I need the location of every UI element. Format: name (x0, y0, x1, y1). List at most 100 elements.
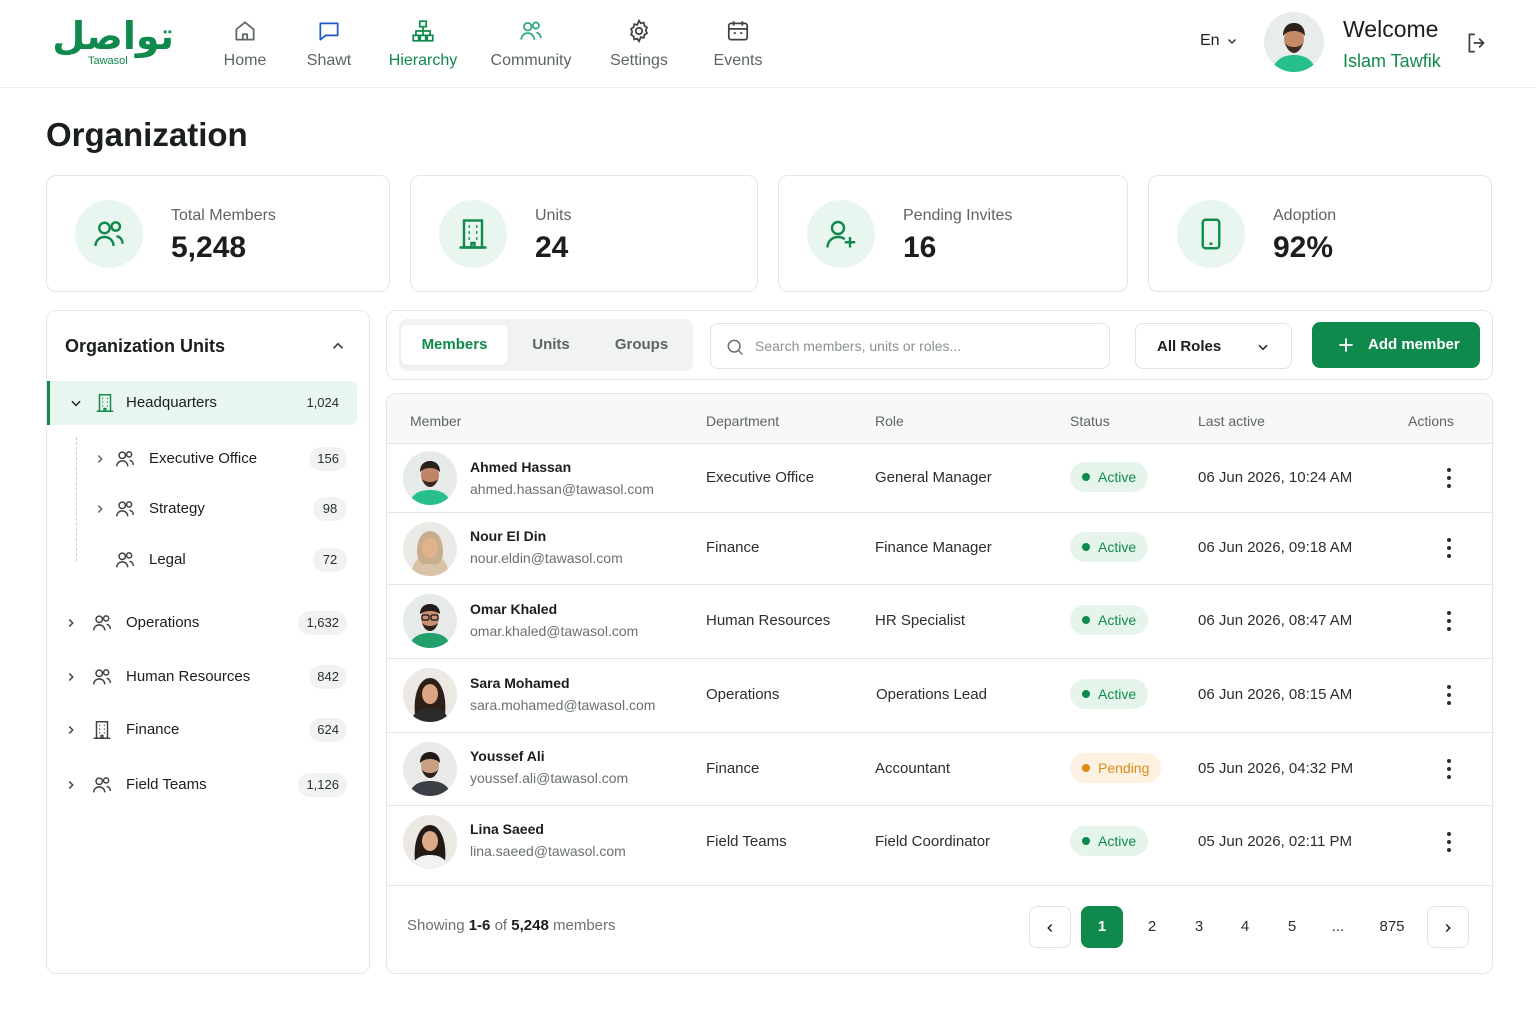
gear-icon (629, 18, 649, 44)
page-button-4[interactable]: 4 (1224, 906, 1266, 948)
tab-groups[interactable]: Groups (594, 325, 689, 365)
member-department: Field Teams (706, 833, 787, 850)
stat-label: Adoption (1273, 207, 1337, 224)
more-actions-icon[interactable] (1439, 683, 1459, 707)
chevron-right-icon[interactable] (93, 452, 107, 466)
chevron-down-icon[interactable] (69, 396, 83, 410)
tab-units[interactable]: Units (508, 325, 594, 365)
nav-hierarchy-label: Hierarchy (388, 52, 458, 69)
add-member-button[interactable]: Add member (1312, 322, 1480, 368)
unit-name: Operations (126, 614, 200, 631)
unit-count-badge: 98 (313, 497, 347, 521)
building-icon (93, 721, 111, 739)
unit-human-resources[interactable]: Human Resources 842 (47, 655, 369, 699)
table-row[interactable]: Sara Mohamed sara.mohamed@tawasol.com Op… (387, 659, 1492, 733)
status-badge: Active (1070, 532, 1149, 562)
member-email: youssef.ali@tawasol.com (470, 770, 629, 786)
users-icon (116, 552, 134, 568)
users-icon (93, 777, 111, 793)
page-button-last[interactable]: 875 (1367, 906, 1417, 948)
unit-legal[interactable]: Legal 72 (47, 538, 369, 582)
member-name[interactable]: Lina Saeed (470, 821, 544, 837)
more-actions-icon[interactable] (1439, 609, 1459, 633)
page-button-3[interactable]: 3 (1178, 906, 1220, 948)
nav-hierarchy[interactable]: Hierarchy (375, 18, 471, 74)
showing-prefix: Showing (407, 917, 465, 934)
user-avatar[interactable] (1264, 12, 1324, 72)
plus-icon (1339, 338, 1353, 352)
unit-count-badge: 1,024 (306, 395, 339, 410)
member-avatar (403, 742, 457, 796)
unit-strategy[interactable]: Strategy 98 (47, 487, 369, 531)
chevron-right-icon (1445, 923, 1451, 933)
unit-field-teams[interactable]: Field Teams 1,126 (47, 763, 369, 807)
hierarchy-icon (412, 20, 434, 42)
tawasol-logo[interactable]: تواصل Tawasol (52, 14, 174, 72)
nav-shawt[interactable]: Shawt (281, 18, 377, 74)
unit-count-badge: 72 (313, 548, 347, 572)
nav-home[interactable]: Home (197, 18, 293, 74)
logout-icon[interactable] (1464, 30, 1490, 56)
nav-events[interactable]: Events (690, 18, 786, 74)
users-icon (116, 451, 134, 467)
welcome-text: Welcome (1343, 16, 1439, 42)
more-actions-icon[interactable] (1439, 757, 1459, 781)
more-actions-icon[interactable] (1439, 536, 1459, 560)
table-row[interactable]: Lina Saeed lina.saeed@tawasol.com Field … (387, 806, 1492, 886)
member-department: Finance (706, 539, 760, 556)
page-button-5[interactable]: 5 (1271, 906, 1313, 948)
table-row[interactable]: Nour El Din nour.eldin@tawasol.com Finan… (387, 513, 1492, 585)
stat-icon-circle (439, 200, 507, 268)
stat-icon-circle (807, 200, 875, 268)
member-avatar (403, 594, 457, 648)
nav-settings[interactable]: Settings (591, 18, 687, 74)
member-name[interactable]: Sara Mohamed (470, 675, 570, 691)
chevron-right-icon[interactable] (64, 616, 78, 630)
unit-name: Finance (126, 721, 180, 738)
next-page-button[interactable] (1427, 906, 1469, 948)
nav-events-label: Events (713, 52, 763, 69)
member-last-active: 06 Jun 2026, 09:18 AM (1198, 539, 1353, 556)
unit-operations[interactable]: Operations 1,632 (47, 601, 369, 645)
stat-value: 16 (903, 231, 937, 264)
view-tabs: Members Units Groups (399, 319, 693, 371)
search-icon (727, 339, 744, 356)
unit-finance[interactable]: Finance 624 (47, 708, 369, 752)
language-selector[interactable]: En (1200, 32, 1238, 50)
table-row[interactable]: Youssef Ali youssef.ali@tawasol.com Fina… (387, 733, 1492, 806)
search-input[interactable] (755, 324, 1101, 368)
more-actions-icon[interactable] (1439, 466, 1459, 490)
chevron-right-icon[interactable] (64, 670, 78, 684)
member-role: Operations Lead (876, 686, 987, 703)
prev-page-button[interactable] (1029, 906, 1071, 948)
users-icon (93, 615, 111, 631)
nav-community[interactable]: Community (483, 18, 579, 74)
table-row[interactable]: Ahmed Hassan ahmed.hassan@tawasol.com Ex… (387, 444, 1492, 513)
user-avatar-image (1264, 12, 1324, 72)
unit-executive-office[interactable]: Executive Office 156 (47, 437, 369, 481)
column-header: Status (1070, 413, 1110, 429)
unit-headquarters[interactable]: Headquarters 1,024 (47, 381, 357, 425)
member-name[interactable]: Ahmed Hassan (470, 459, 571, 475)
column-header: Member (410, 413, 462, 429)
member-name[interactable]: Omar Khaled (470, 601, 557, 617)
tab-members[interactable]: Members (401, 325, 508, 365)
page-button-2[interactable]: 2 (1131, 906, 1173, 948)
member-name[interactable]: Nour El Din (470, 528, 546, 544)
more-actions-icon[interactable] (1439, 830, 1459, 854)
chevron-right-icon[interactable] (64, 723, 78, 737)
table-row[interactable]: Omar Khaled omar.khaled@tawasol.com Huma… (387, 585, 1492, 659)
community-icon (520, 21, 542, 40)
column-header: Actions (1408, 413, 1454, 429)
role-filter-dropdown[interactable]: All Roles (1135, 323, 1292, 369)
chevron-up-icon[interactable] (329, 337, 347, 355)
chevron-right-icon[interactable] (64, 778, 78, 792)
page-button-1[interactable]: 1 (1081, 906, 1123, 948)
stat-card-total-members: Total Members 5,248 (46, 175, 390, 292)
unit-name: Human Resources (126, 668, 251, 685)
member-name[interactable]: Youssef Ali (470, 748, 545, 764)
stat-card-units: Units 24 (410, 175, 758, 292)
chevron-right-icon[interactable] (93, 502, 107, 516)
member-role: Field Coordinator (875, 833, 991, 850)
users-icon (94, 221, 124, 247)
